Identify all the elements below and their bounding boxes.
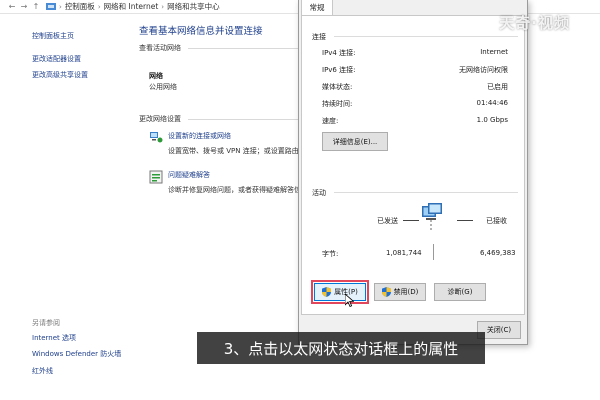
troubleshoot-problems-link[interactable]: 问题疑难解答 [168, 170, 210, 180]
control-panel-icon [46, 3, 56, 10]
page-title: 查看基本网络信息并设置连接 [139, 26, 263, 37]
setup-new-connection-link[interactable]: 设置新的连接或网络 [168, 131, 231, 141]
duration-value: 01:44:46 [476, 99, 508, 107]
uac-shield-icon [381, 287, 391, 297]
sent-line [403, 220, 419, 221]
ipv4-value: Internet [480, 48, 508, 56]
ipv6-label: IPv6 连接: [322, 66, 356, 74]
breadcrumb-control-panel[interactable]: 控制面板 [65, 1, 95, 12]
infrared-link[interactable]: 红外线 [32, 366, 53, 376]
bytes-sent-value: 1,081,744 [386, 249, 422, 257]
mouse-cursor-icon [345, 294, 354, 307]
change-network-settings-heading: 更改网络设置 [139, 115, 181, 123]
media-state-value: 已启用 [487, 83, 508, 91]
bytes-label: 字节: [322, 250, 339, 258]
tutorial-caption: 3、点击以太网状态对话框上的属性 [197, 332, 485, 364]
up-arrow-icon[interactable]: ↑ [30, 2, 42, 11]
duration-label: 持续时间: [322, 100, 353, 108]
control-panel-home-link[interactable]: 控制面板主页 [32, 31, 74, 41]
left-pane: 控制面板主页 更改适配器设置 更改高级共享设置 另请参阅 Internet 选项… [0, 15, 132, 400]
diagnose-button[interactable]: 诊断(G) [434, 283, 486, 301]
network-name: 网络 [149, 72, 163, 80]
media-state-label: 媒体状态: [322, 83, 353, 91]
received-line [457, 220, 473, 221]
group-divider [334, 36, 518, 37]
group-divider [334, 192, 518, 193]
setup-connection-description: 设置宽带、拨号或 VPN 连接；或设置路由 [168, 147, 299, 155]
active-networks-heading: 查看活动网络 [139, 44, 181, 52]
activity-group-label: 活动 [312, 189, 326, 197]
windows-defender-firewall-link[interactable]: Windows Defender 防火墙 [32, 349, 121, 359]
sent-label: 已发送 [377, 217, 398, 225]
section-divider [188, 48, 306, 49]
disable-button[interactable]: 禁用(D) [374, 283, 426, 301]
network-setup-icon [150, 132, 163, 143]
tab-general[interactable]: 常规 [301, 0, 333, 16]
network-computers-icon [422, 203, 442, 232]
troubleshoot-icon [149, 170, 163, 184]
breadcrumb-network-sharing-center[interactable]: 网络和共享中心 [167, 1, 220, 12]
network-type: 公用网络 [149, 83, 177, 91]
ipv4-label: IPv4 连接: [322, 49, 356, 57]
video-watermark: 天奇·视频 [499, 14, 570, 32]
breadcrumb-separator-icon: › [161, 2, 165, 11]
breadcrumb-separator-icon: › [59, 2, 62, 11]
details-button[interactable]: 详细信息(E)... [322, 132, 388, 151]
connection-group-label: 连接 [312, 33, 326, 41]
speed-label: 速度: [322, 117, 339, 125]
dialog-general-panel: 连接 IPv4 连接: Internet IPv6 连接: 无网络访问权限 媒体… [301, 15, 525, 315]
properties-button[interactable]: 属性(P) [311, 280, 369, 304]
back-arrow-icon[interactable]: ← [6, 2, 18, 11]
change-advanced-sharing-link[interactable]: 更改高级共享设置 [32, 70, 88, 80]
breadcrumb-network-internet[interactable]: 网络和 Internet [104, 1, 159, 12]
bytes-separator [433, 244, 434, 260]
ethernet-status-dialog: 常规 连接 IPv4 连接: Internet IPv6 连接: 无网络访问权限… [298, 0, 528, 345]
uac-shield-icon [322, 287, 332, 297]
internet-options-link[interactable]: Internet 选项 [32, 333, 76, 343]
section-divider [188, 119, 306, 120]
troubleshoot-description: 诊断并修复网络问题，或者获得疑难解答信 [168, 186, 301, 194]
bytes-received-value: 6,469,383 [480, 249, 516, 257]
change-adapter-settings-link[interactable]: 更改适配器设置 [32, 54, 81, 64]
breadcrumb-separator-icon: › [97, 2, 101, 11]
speed-value: 1.0 Gbps [476, 116, 508, 124]
ipv6-value: 无网络访问权限 [459, 66, 508, 74]
see-also-heading: 另请参阅 [32, 319, 60, 327]
forward-arrow-icon[interactable]: → [18, 2, 30, 11]
disable-button-label: 禁用(D) [393, 288, 419, 296]
received-label: 已接收 [486, 217, 507, 225]
